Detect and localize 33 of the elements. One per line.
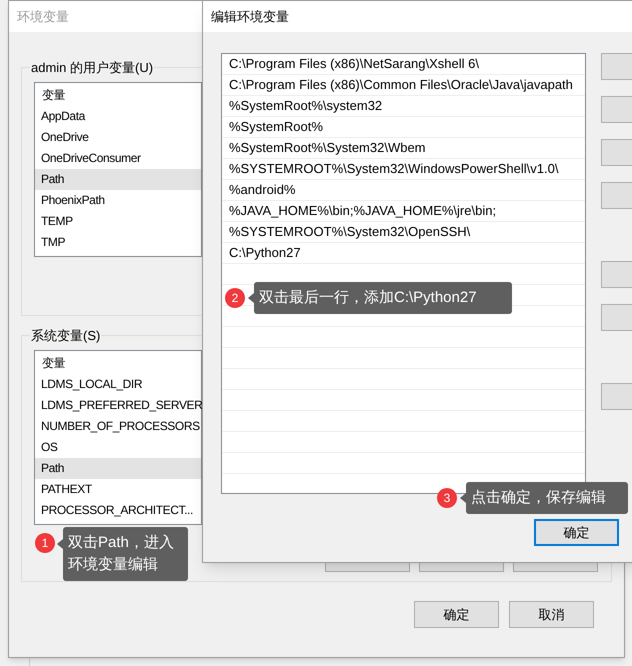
path-entry[interactable]: C:\Program Files (x86)\Common Files\Oracle\Java\javapath — [222, 75, 585, 96]
column-header: 变量 — [41, 86, 66, 104]
window-title: 环境变量 — [17, 8, 69, 26]
side-button[interactable] — [601, 139, 632, 166]
variable-list[interactable]: 变量 LDMS_LOCAL_DIR LDMS_PREFERRED_SERVER NUMBER_OF_PROCESSORS OS Path PATHEXT PROCESSOR_ARCHITECT... — [34, 350, 202, 524]
path-entry[interactable]: C:\Program Files (x86)\NetSarang\Xshell 6\ — [222, 54, 585, 75]
side-button[interactable] — [601, 53, 632, 80]
dialog-title: 编辑环境变量 — [211, 8, 289, 26]
path-entry[interactable]: %SYSTEMROOT%\System32\WindowsPowerShell\v1.0\ — [222, 159, 585, 180]
ok-button[interactable]: 确定 — [534, 519, 619, 546]
side-button[interactable] — [601, 304, 632, 331]
list-item[interactable]: Path — [35, 168, 201, 190]
path-entry[interactable]: %JAVA_HOME%\bin;%JAVA_HOME%\jre\bin; — [222, 201, 585, 222]
tooltip-bubble: 双击Path，进入环境变量编辑 — [63, 527, 188, 581]
tooltip-bubble: 点击确定，保存编辑 — [466, 482, 628, 514]
dialog-button[interactable]: 确定 — [414, 601, 499, 628]
path-entry[interactable]: %SystemRoot%\system32 — [222, 96, 585, 117]
list-item[interactable]: Path — [35, 458, 201, 478]
dialog-button[interactable]: 取消 — [509, 601, 594, 628]
group-label: admin 的用户变量(U) — [30, 59, 154, 77]
path-entry[interactable]: %SystemRoot%\System32\Wbem — [222, 138, 585, 159]
side-button[interactable] — [601, 383, 632, 410]
side-button[interactable] — [601, 261, 632, 288]
path-entry[interactable]: %SystemRoot% — [222, 117, 585, 138]
tooltip-bubble: 双击最后一行，添加C:\Python27 — [254, 282, 512, 314]
path-entry[interactable]: C:\Python27 — [222, 243, 585, 264]
group-label: 系统变量(S) — [30, 327, 102, 345]
path-entry[interactable]: %SYSTEMROOT%\System32\OpenSSH\ — [222, 222, 585, 243]
side-button[interactable] — [601, 182, 632, 209]
path-entry[interactable]: %android% — [222, 180, 585, 201]
column-header: 变量 — [41, 354, 66, 372]
side-button[interactable] — [601, 96, 632, 123]
variable-list[interactable]: 变量 AppData OneDrive OneDriveConsumer Path PhoenixPath TEMP TMP — [34, 82, 202, 256]
